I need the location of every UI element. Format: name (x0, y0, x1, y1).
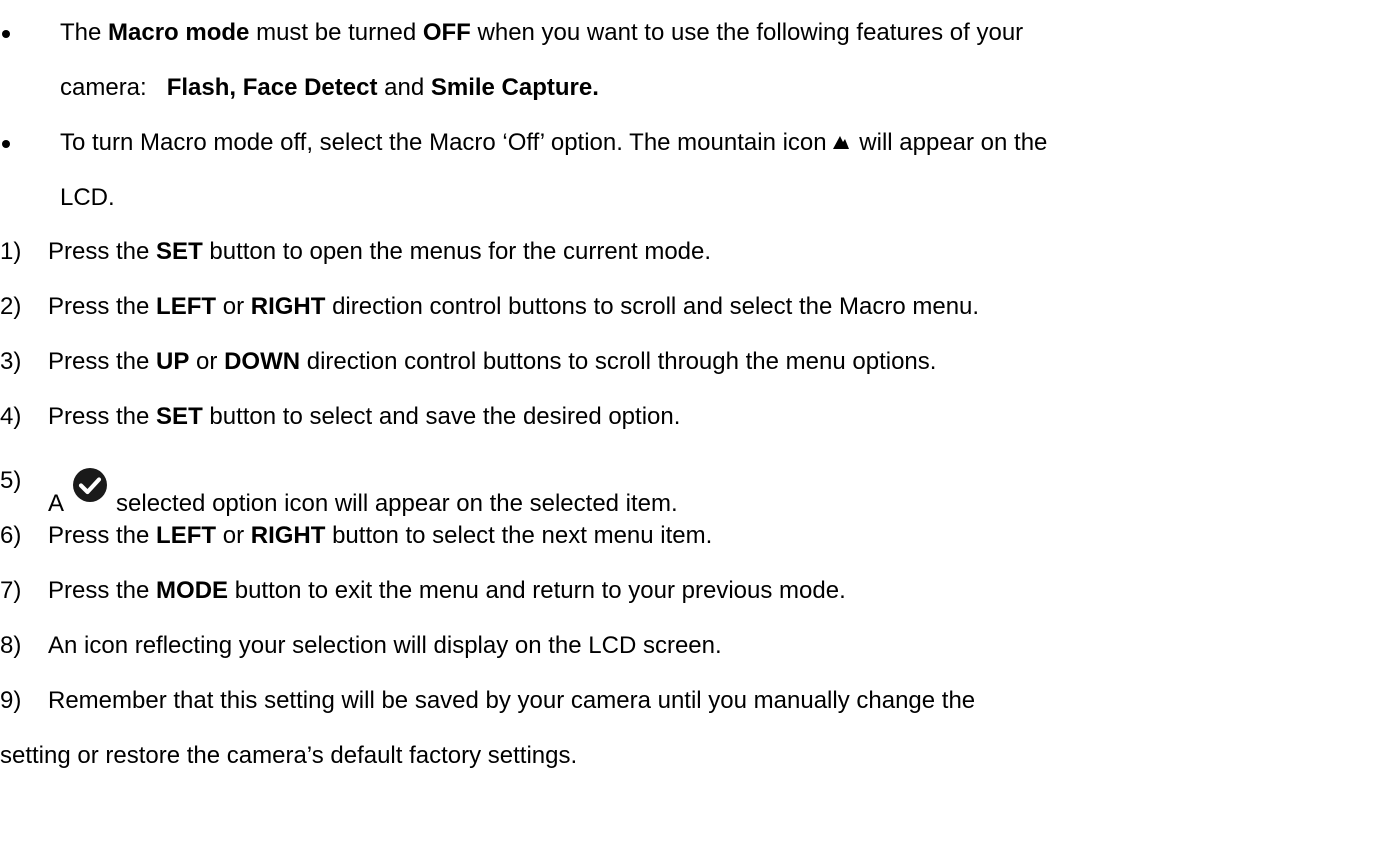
step-number: 5) (0, 467, 22, 494)
step-number: 4) (0, 403, 22, 430)
step-number: 7) (0, 577, 22, 604)
step-number: 9) (0, 687, 22, 714)
step-text: Remember that this setting will be saved… (48, 687, 976, 714)
bullet-1-line-2: camera: Flash, Face Detect and Smile Cap… (60, 74, 599, 101)
step-text: Aselected option icon will appear on the… (48, 467, 678, 518)
bullet-marker (0, 129, 13, 157)
bullet-2-line-2: LCD. (60, 184, 115, 211)
step-number: 8) (0, 632, 22, 659)
step-number: 1) (0, 238, 22, 265)
bullet-1-line-1: The Macro mode must be turned OFF when y… (60, 19, 1024, 46)
step-number: 6) (0, 522, 22, 549)
step-text: Press the MODE button to exit the menu a… (48, 577, 846, 604)
step-text: Press the SET button to open the menus f… (48, 238, 712, 265)
step-text: Press the LEFT or RIGHT button to select… (48, 522, 713, 549)
bullet-2-line-1: To turn Macro mode off, select the Macro… (60, 129, 1048, 156)
step-text: Press the SET button to select and save … (48, 403, 681, 430)
bullet-marker (0, 19, 13, 47)
step-text: Press the UP or DOWN direction control b… (48, 348, 937, 375)
step-text-continued: setting or restore the camera’s default … (0, 742, 578, 769)
step-text: Press the LEFT or RIGHT direction contro… (48, 293, 980, 320)
step-text: An icon reflecting your selection will d… (48, 632, 722, 659)
mountain-icon (832, 136, 849, 149)
check-circle-icon (73, 468, 108, 502)
step-number: 2) (0, 293, 22, 320)
step-number: 3) (0, 348, 22, 375)
